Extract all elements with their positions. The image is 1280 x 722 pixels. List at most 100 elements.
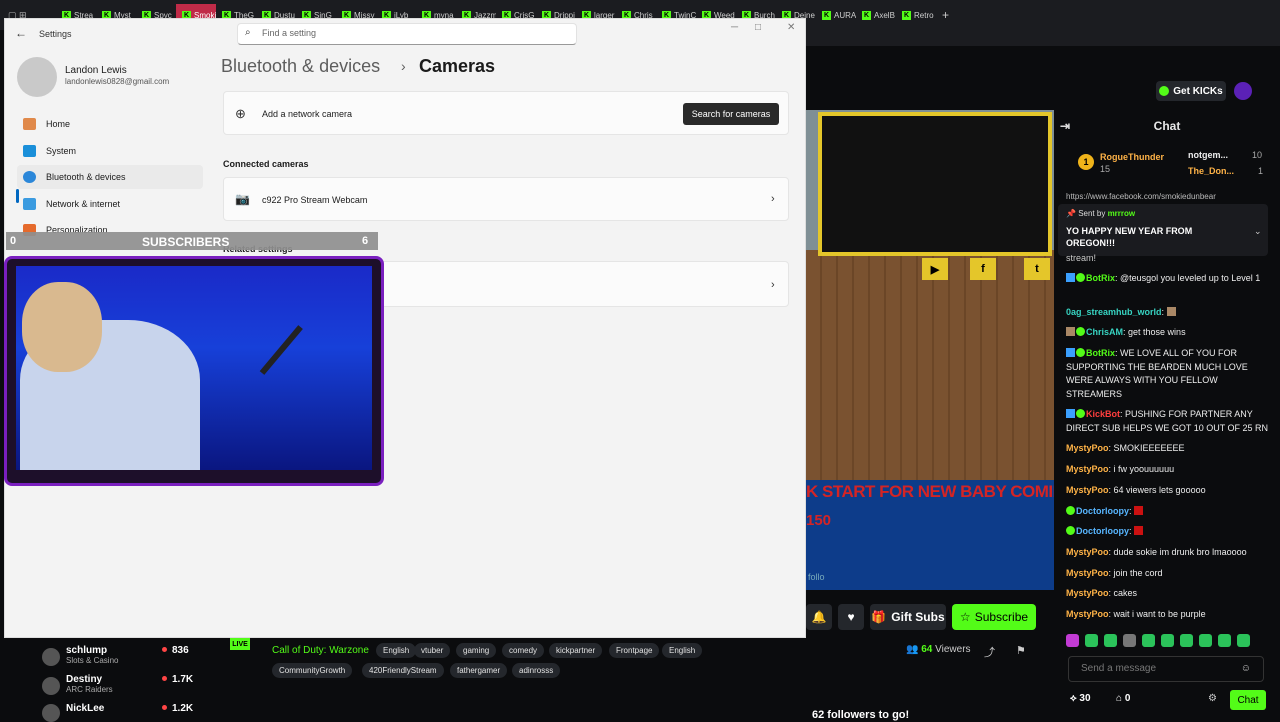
chat-message: BotRix: @teusgol you leveled up to Level… bbox=[1066, 272, 1270, 286]
gift-points-icon[interactable]: ⌂ 0 bbox=[1116, 693, 1130, 704]
emote-icon[interactable] bbox=[1104, 634, 1117, 647]
minimize-icon[interactable]: ─ bbox=[731, 22, 738, 33]
new-tab-button[interactable]: + bbox=[936, 8, 949, 22]
stream-banner-text: K START FOR NEW BABY COMING IN APRIL bbox=[806, 482, 1054, 501]
sidebar-item-bluetooth[interactable]: Bluetooth & devices bbox=[17, 165, 203, 189]
sidebar-item-label: Home bbox=[46, 119, 71, 129]
chat-username[interactable]: BotRix bbox=[1086, 348, 1115, 358]
stream-tag[interactable]: 420FriendlyStream bbox=[362, 663, 444, 678]
kick-logo-icon: K bbox=[902, 10, 911, 20]
pinned-sender[interactable]: mrrrow bbox=[1108, 209, 1136, 218]
avatar[interactable] bbox=[42, 704, 60, 722]
user-avatar[interactable] bbox=[1234, 82, 1252, 100]
stream-tag[interactable]: adinrosss bbox=[512, 663, 561, 678]
get-kicks-button[interactable]: Get KICKs bbox=[1156, 81, 1226, 101]
avatar[interactable] bbox=[42, 677, 60, 695]
subscriber-goal-title: SUBSCRIBERS bbox=[142, 235, 230, 249]
expand-chevron-icon[interactable]: ⌄ bbox=[1254, 226, 1262, 237]
chat-username[interactable]: MystyPoo bbox=[1066, 464, 1109, 474]
emote-icon[interactable] bbox=[1161, 634, 1174, 647]
follow-heart-icon[interactable]: ♥ bbox=[838, 604, 864, 630]
points-icon[interactable]: ⟡ 30 bbox=[1070, 693, 1091, 704]
sidebar-channel[interactable]: Destiny ARC Raiders bbox=[66, 674, 113, 694]
breadcrumb-parent[interactable]: Bluetooth & devices bbox=[221, 56, 380, 77]
back-arrow-icon[interactable]: ← bbox=[15, 26, 27, 40]
stream-tag[interactable]: English bbox=[662, 643, 703, 658]
stream-player[interactable]: ▶ f t K START FOR NEW BABY COMING IN APR… bbox=[806, 110, 1054, 590]
chat-username[interactable]: Doctorloopy bbox=[1076, 526, 1129, 536]
chat-username[interactable]: 0ag_streamhub_world bbox=[1066, 307, 1162, 317]
emoji-icon[interactable]: ☺ bbox=[1241, 663, 1251, 674]
viewer-count-number: 64 bbox=[921, 644, 933, 655]
avatar[interactable] bbox=[17, 57, 57, 97]
stream-tag[interactable]: Frontpage bbox=[609, 643, 660, 658]
emote-icon[interactable] bbox=[1085, 634, 1098, 647]
get-kicks-label: Get KICKs bbox=[1173, 85, 1223, 97]
stream-tag[interactable]: CommunityGrowth bbox=[272, 663, 353, 678]
chat-username[interactable]: MystyPoo bbox=[1066, 568, 1109, 578]
chat-username[interactable]: BotRix bbox=[1086, 273, 1115, 283]
chat-username[interactable]: MystyPoo bbox=[1066, 485, 1109, 495]
leader-name-1[interactable]: RogueThunder bbox=[1100, 152, 1164, 162]
chat-input[interactable]: Send a message ☺ bbox=[1068, 656, 1264, 682]
kick-logo-icon: K bbox=[822, 10, 831, 20]
emote-icon[interactable] bbox=[1123, 634, 1136, 647]
tab-21[interactable]: K Retro bbox=[896, 4, 936, 26]
gift-subs-button[interactable]: 🎁 Gift Subs bbox=[870, 604, 946, 630]
chat-username[interactable]: MystyPoo bbox=[1066, 443, 1109, 453]
sidebar-channel[interactable]: NickLee bbox=[66, 703, 104, 714]
search-for-cameras-button[interactable]: Search for cameras bbox=[683, 103, 779, 125]
emote-icon[interactable] bbox=[1142, 634, 1155, 647]
game-category-link[interactable]: Call of Duty: Warzone bbox=[272, 645, 369, 656]
emote-icon[interactable] bbox=[1066, 634, 1079, 647]
chat-text: join the cord bbox=[1113, 568, 1163, 578]
stream-tag[interactable]: English bbox=[376, 643, 417, 658]
emote-icon[interactable] bbox=[1180, 634, 1193, 647]
emote-image bbox=[1166, 307, 1176, 316]
notification-bell-icon[interactable]: 🔔 bbox=[806, 604, 832, 630]
share-icon[interactable]: ⤴ bbox=[984, 644, 995, 660]
stream-tag[interactable]: vtuber bbox=[414, 643, 451, 658]
chat-username[interactable]: MystyPoo bbox=[1066, 609, 1109, 619]
emote-image bbox=[1134, 506, 1144, 515]
sidebar-item-home[interactable]: Home bbox=[17, 112, 203, 136]
tab-19[interactable]: K AURA bbox=[816, 4, 856, 26]
chat-username[interactable]: MystyPoo bbox=[1066, 588, 1109, 598]
emote-icon[interactable] bbox=[1237, 634, 1250, 647]
tab-20[interactable]: K AxelB bbox=[856, 4, 896, 26]
emote-icon[interactable] bbox=[1199, 634, 1212, 647]
chat-send-button[interactable]: Chat bbox=[1230, 690, 1266, 710]
emote-icon[interactable] bbox=[1218, 634, 1231, 647]
leader-name-2[interactable]: notgem... bbox=[1188, 150, 1228, 160]
close-icon[interactable]: ✕ bbox=[787, 22, 795, 33]
sidebar-item-system[interactable]: System bbox=[17, 139, 203, 163]
stream-tag[interactable]: fathergamer bbox=[450, 663, 508, 678]
report-flag-icon[interactable]: ⚑ bbox=[1016, 644, 1026, 657]
leader-count-3: 1 bbox=[1258, 166, 1264, 176]
pinned-message[interactable]: 📌 Sent by mrrrow YO HAPPY NEW YEAR FROM … bbox=[1058, 204, 1268, 256]
chat-message: MystyPoo: wait i want to be purple bbox=[1066, 609, 1206, 619]
subscribe-button[interactable]: ☆ Subscribe bbox=[952, 604, 1036, 630]
chat-username[interactable]: ChrisAM bbox=[1086, 327, 1123, 337]
sidebar-channel[interactable]: schlump Slots & Casino bbox=[66, 645, 118, 665]
chat-text: get those wins bbox=[1128, 327, 1186, 337]
leader-name-3[interactable]: The_Don... bbox=[1188, 166, 1234, 176]
maximize-icon[interactable]: □ bbox=[755, 22, 761, 33]
chat-username[interactable]: MystyPoo bbox=[1066, 547, 1109, 557]
gift-subs-label: Gift Subs bbox=[891, 610, 945, 624]
home-icon bbox=[23, 118, 36, 130]
chat-username[interactable]: Doctorloopy bbox=[1076, 506, 1129, 516]
chat-settings-gear-icon[interactable]: ⚙ bbox=[1208, 693, 1217, 704]
avatar[interactable] bbox=[42, 648, 60, 666]
followers-goal: 62 followers to go! bbox=[812, 709, 910, 721]
stream-tag[interactable]: comedy bbox=[502, 643, 545, 658]
stream-tag[interactable]: kickpartner bbox=[549, 643, 603, 658]
tab-label: AxelB bbox=[874, 10, 895, 20]
settings-search-input[interactable]: Find a setting bbox=[237, 23, 577, 45]
stream-tag[interactable]: gaming bbox=[456, 643, 497, 658]
collapse-chat-icon[interactable]: ⇥ bbox=[1060, 119, 1070, 133]
sidebar-item-network[interactable]: Network & internet bbox=[17, 192, 203, 216]
facebook-icon: f bbox=[970, 258, 996, 280]
emote-image bbox=[1134, 526, 1144, 535]
chat-username[interactable]: KickBot bbox=[1086, 409, 1120, 419]
